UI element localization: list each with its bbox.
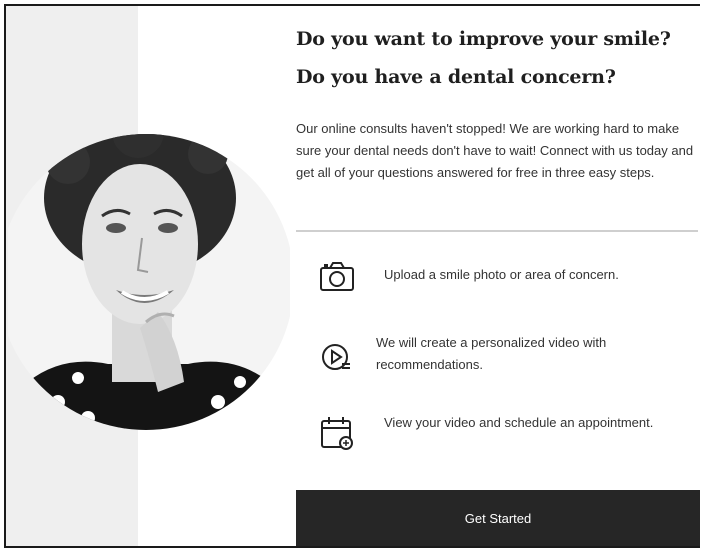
camera-icon <box>320 262 354 291</box>
step-1-text: Upload a smile photo or area of concern. <box>384 267 619 282</box>
calendar-icon <box>321 417 353 450</box>
headline-line-2: Do you have a dental concern? <box>296 66 616 88</box>
consult-card: Do you want to improve your smile? Do yo… <box>4 4 700 548</box>
headline-line-1: Do you want to improve your smile? <box>296 28 671 50</box>
step-2-text: We will create a personalized video with… <box>376 335 607 372</box>
get-started-button[interactable]: Get Started <box>296 490 700 546</box>
intro-paragraph: Our online consults haven't stopped! We … <box>296 121 694 180</box>
play-video-icon <box>322 344 350 370</box>
smiling-woman-portrait <box>8 134 290 430</box>
step-3-text: View your video and schedule an appointm… <box>384 415 654 430</box>
divider <box>296 230 698 232</box>
